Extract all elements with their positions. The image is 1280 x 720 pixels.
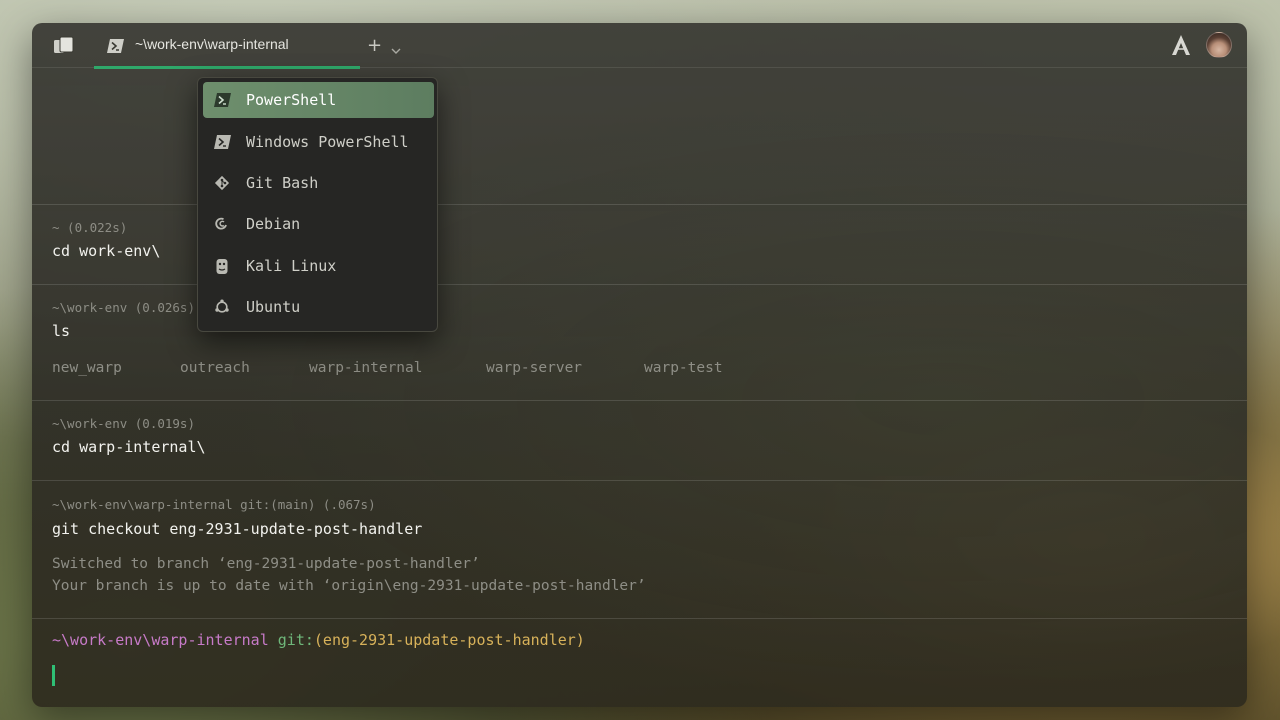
menu-item-label: Kali Linux: [246, 257, 337, 275]
powershell-icon: [107, 38, 124, 53]
ls-output-item: outreach: [180, 360, 250, 376]
menu-item-label: Windows PowerShell: [246, 133, 409, 151]
menu-item-debian[interactable]: Debian: [203, 206, 434, 242]
menu-item-windows-powershell[interactable]: Windows PowerShell: [203, 124, 434, 160]
menu-item-git-bash[interactable]: Git Bash: [203, 165, 434, 201]
ls-output-item: warp-server: [486, 360, 583, 376]
menu-item-label: Ubuntu: [246, 298, 301, 316]
title-bar: ~\work-env\warp-internal +: [32, 23, 1247, 69]
git-icon: [214, 175, 230, 191]
block-command: cd warp-internal\: [52, 438, 206, 456]
block-output-line: Your branch is up to date with ‘origin\e…: [52, 578, 646, 594]
kali-linux-icon: [214, 258, 230, 274]
prompt-git-label: git:: [277, 631, 314, 649]
block-meta: ~\work-env\warp-internal git:(main) (.06…: [52, 497, 376, 512]
chevron-down-icon[interactable]: [391, 40, 401, 59]
menu-item-powershell[interactable]: PowerShell: [203, 82, 434, 118]
menu-item-kali-linux[interactable]: Kali Linux: [203, 248, 434, 284]
user-avatar[interactable]: [1206, 32, 1232, 58]
block-command: git checkout eng-2931-update-post-handle…: [52, 520, 423, 538]
command-block[interactable]: ~\work-env (0.019s) cd warp-internal\: [32, 400, 1247, 481]
ls-output-item: warp-internal: [309, 360, 423, 376]
command-block[interactable]: ~\work-env\warp-internal git:(main) (.06…: [32, 480, 1247, 619]
plus-icon: +: [367, 35, 383, 56]
panels-icon[interactable]: [52, 36, 76, 55]
block-output-line: Switched to branch ‘eng-2931-update-post…: [52, 556, 480, 572]
menu-item-label: PowerShell: [246, 91, 337, 109]
block-meta: ~\work-env (0.019s): [52, 416, 195, 431]
prompt-line: ~\work-env\warp-internal git:(eng-2931-u…: [52, 631, 585, 649]
input-cursor[interactable]: [52, 665, 55, 686]
shell-dropdown-menu: PowerShell Windows PowerShell Git Bash D…: [197, 77, 438, 332]
block-meta: ~\work-env (0.026s): [52, 300, 195, 315]
menu-item-ubuntu[interactable]: Ubuntu: [203, 289, 434, 325]
menu-item-label: Debian: [246, 215, 301, 233]
menu-item-label: Git Bash: [246, 174, 319, 192]
ls-output-item: warp-test: [644, 360, 723, 376]
prompt-branch: (eng-2931-update-post-handler): [313, 631, 585, 649]
prompt-path: ~\work-env\warp-internal: [52, 631, 269, 649]
warp-logo-icon[interactable]: [1171, 34, 1191, 56]
ubuntu-icon: [214, 299, 230, 315]
debian-icon: [214, 216, 230, 232]
tab-title: ~\work-env\warp-internal: [135, 36, 289, 52]
block-meta: ~ (0.022s): [52, 220, 128, 235]
powershell-icon: [214, 134, 231, 150]
ls-output-item: new_warp: [52, 360, 122, 376]
powershell-icon: [214, 92, 231, 108]
new-tab-button[interactable]: +: [365, 35, 405, 57]
tab-active[interactable]: ~\work-env\warp-internal: [94, 23, 360, 69]
block-command: ls: [52, 322, 71, 340]
block-command: cd work-env\: [52, 242, 161, 260]
